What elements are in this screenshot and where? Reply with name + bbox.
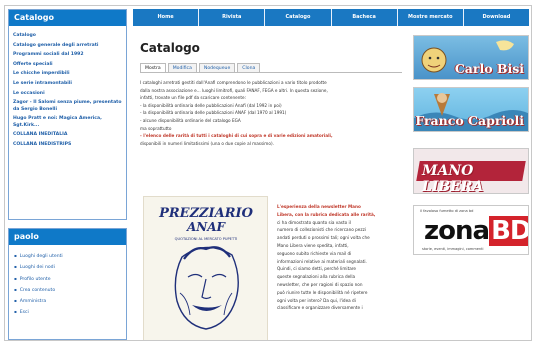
- newsletter-line: newsletter, che per ragioni di spazio no…: [277, 281, 363, 287]
- right-eye: [211, 273, 227, 278]
- banner-zona-bd[interactable]: il favoloso fumetto di zona bd zonaBD st…: [413, 205, 529, 255]
- hair-stroke: [183, 246, 231, 260]
- intro-text: I cataloghi arretrati gestiti dall'Anafi…: [140, 79, 398, 147]
- sidebar-catalog-title: Catalogo: [9, 10, 126, 26]
- intro-line: I cataloghi arretrati gestiti dall'Anafi…: [140, 80, 327, 85]
- sidebar-link[interactable]: Le chicche imperdibili: [13, 69, 123, 79]
- nav-tab-mostre-mercato[interactable]: Mostre mercato: [397, 9, 464, 26]
- prezziario-cover-image: PREZZIARIO ANAF QUOTAZIONI AL MERCATO PU…: [143, 196, 268, 340]
- cover-caption: QUOTAZIONI AL MERCATO PUPETTI: [175, 237, 238, 241]
- newsletter-text: L'esperienza della newsletter Mano Liber…: [277, 203, 402, 312]
- newsletter-line: Quindi, ci siamo detti, perché limitare: [277, 266, 356, 272]
- sidebar-catalog-list: Catalogo Catalogo generale degli arretra…: [9, 26, 126, 149]
- cover-title-line1: PREZZIARIO: [158, 206, 254, 221]
- cheek-lines: [179, 292, 233, 316]
- bd-word: BD: [489, 216, 528, 246]
- sidebar-link[interactable]: COLLANA INEDISTRIPS: [13, 140, 123, 150]
- nav-tab-download[interactable]: Download: [463, 9, 530, 26]
- tab-clona[interactable]: Clona: [237, 63, 261, 72]
- newsletter-line: ci ha dimostrato quanto sia vasto il: [277, 219, 351, 225]
- intro-line: dalla nostra associazione e... luoghi li…: [140, 87, 328, 93]
- sidebar-link[interactable]: Catalogo generale degli arretrati: [13, 41, 123, 51]
- newsletter-line: può riunire tutte le disponibilità né ri…: [277, 289, 368, 295]
- sidebar-link[interactable]: Catalogo: [13, 31, 123, 41]
- sidebar-user-title: paolo: [9, 229, 126, 245]
- prezziario-illustration: PREZZIARIO ANAF QUOTAZIONI AL MERCATO PU…: [158, 206, 254, 330]
- user-link[interactable]: Profilo utente: [14, 274, 123, 285]
- nav-tab-rivista[interactable]: Rivista: [199, 9, 266, 26]
- tab-nodequeue[interactable]: Nodequeue: [198, 63, 236, 72]
- user-link[interactable]: Luoghi dei nodi: [14, 262, 123, 273]
- sidebar-user-box: paolo Luoghi degli utenti Luoghi dei nod…: [8, 228, 127, 340]
- banner-carlo-bisi[interactable]: Carlo Bisi: [413, 35, 529, 80]
- newsletter-line: numero di collezionisti che ricercano pe…: [277, 227, 366, 233]
- sidebar-link[interactable]: Hugo Pratt e noi: Magica America, Sgt.Ki…: [13, 115, 123, 129]
- newsletter-line: Libera, con la rubrica dedicata alle rar…: [277, 211, 376, 217]
- newsletter-line: Mano Libera viene spedita, infatti,: [277, 242, 349, 248]
- sidebar-link[interactable]: Le serie intramontabili: [13, 79, 123, 89]
- zona-word: zona: [424, 216, 490, 246]
- newsletter-line: classificare e organizzare diversamente …: [277, 305, 363, 311]
- content-tabs: Mostra Modifica Nodequeue Clona: [140, 63, 402, 73]
- zona-bd-subtitle: storie, eventi, immagini, commenti: [422, 247, 484, 251]
- sidebar-link[interactable]: Offerte speciali: [13, 60, 123, 70]
- banner-franco-caprioli[interactable]: Franco Caprioli: [413, 87, 529, 132]
- user-link[interactable]: Esci: [14, 307, 123, 318]
- left-eye: [187, 273, 203, 278]
- tab-mostra[interactable]: Mostra: [140, 63, 166, 72]
- user-link[interactable]: Amministra: [14, 296, 123, 307]
- intro-line: - la disponibilità ordinaria delle pubbl…: [140, 102, 282, 108]
- intro-line: - alcune disponibilità ordinarie del cat…: [140, 117, 241, 123]
- tab-modifica[interactable]: Modifica: [167, 63, 197, 72]
- newsletter-line: andati perduti o prossimi tali; ogni vol…: [277, 235, 370, 241]
- banner-title: MANO LIBERA: [422, 163, 484, 194]
- newsletter-line[interactable]: L'esperienza della newsletter Mano: [277, 203, 402, 211]
- banner-mano-libera[interactable]: MANO LIBERA: [413, 148, 529, 194]
- sidebar-link[interactable]: Le occasioni: [13, 89, 123, 99]
- newsletter-line: ogni volta per intero? Da qui, l'idea di: [277, 297, 356, 303]
- intro-line: infatti, trovate un file pdf da scaricar…: [140, 95, 247, 101]
- banner-title: Carlo Bisi: [454, 61, 524, 76]
- banner-title: Franco Caprioli: [415, 113, 524, 128]
- page-title: Catalogo: [140, 41, 200, 55]
- mouth: [192, 305, 222, 311]
- face-outline: [174, 246, 239, 330]
- user-link[interactable]: Crea contenuto: [14, 285, 123, 296]
- nav-tab-bacheca[interactable]: Bacheca: [331, 9, 398, 26]
- user-link[interactable]: Luoghi degli utenti: [14, 251, 123, 262]
- sidebar-link[interactable]: Zagor - Il Salomi senza piume, presentat…: [13, 99, 123, 113]
- zona-bd-logo: zonaBD: [424, 216, 528, 246]
- newsletter-line: seguono subito richieste via mail di: [277, 250, 352, 256]
- sidebar-link[interactable]: Programmi sociali dal 1992: [13, 50, 123, 60]
- nose: [201, 278, 212, 300]
- zona-bd-top-text: il favoloso fumetto di zona bd: [420, 209, 474, 213]
- page-frame: Catalogo Catalogo Catalogo generale degl…: [4, 5, 532, 341]
- sidebar-link[interactable]: COLLANA INEDITALIA: [13, 130, 123, 140]
- newsletter-line: queste segnalazioni alla rubrica della: [277, 274, 356, 280]
- main-content: Catalogo Mostra Modifica Nodequeue Clona…: [137, 28, 402, 340]
- intro-line: ma soprattutto: [140, 125, 172, 131]
- sidebar-user-list: Luoghi degli utenti Luoghi dei nodi Prof…: [9, 245, 126, 319]
- intro-line-highlight[interactable]: - l'elenco delle rarità di tutti i catal…: [140, 132, 398, 140]
- newsletter-line: informazioni relative ai materiali segna…: [277, 258, 367, 264]
- sidebar-catalog-box: Catalogo Catalogo Catalogo generale degl…: [8, 9, 127, 220]
- nav-tab-catalogo[interactable]: Catalogo: [265, 9, 332, 26]
- cover-title-line2: ANAF: [186, 220, 227, 234]
- nav-tab-home[interactable]: Home: [133, 9, 200, 26]
- top-nav: Home Rivista Catalogo Bacheca Mostre mer…: [133, 9, 530, 26]
- intro-line: disponibili in numeri limitatissimi (una…: [140, 140, 274, 146]
- intro-line: - la disponibilità ordinaria delle pubbl…: [140, 110, 287, 116]
